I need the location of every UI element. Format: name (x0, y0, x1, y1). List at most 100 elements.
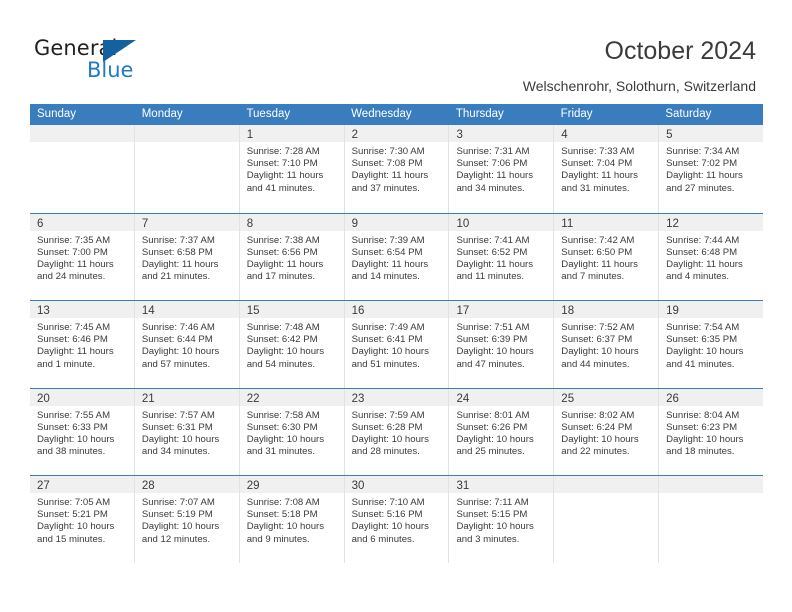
day-number-strip: 22 (239, 388, 344, 406)
weekday-header-saturday: Saturday (665, 108, 712, 120)
calendar-day-cell[interactable]: 5 Sunrise: 7:34 AM Sunset: 7:02 PM Daylight… (659, 125, 764, 213)
calendar-day-cell[interactable]: 20 Sunrise: 7:55 AM Sunset: 6:33 PM Dayligh… (30, 388, 135, 475)
calendar-day-cell[interactable]: 10 Sunrise: 7:41 AM Sunset: 6:52 PM Dayligh… (449, 213, 555, 300)
day-sun-info: Sunrise: 7:51 AM Sunset: 6:39 PM Daylight:… (449, 318, 553, 371)
sunrise-time: Sunrise: 7:10 AM (351, 497, 425, 508)
calendar-day-cell[interactable]: 23 Sunrise: 7:59 AM Sunset: 6:28 PM Dayligh… (344, 388, 450, 475)
calendar-day-cell-empty (659, 476, 764, 563)
daylight-duration-line2: and 18 minutes. (666, 446, 735, 458)
day-number: 30 (351, 480, 365, 492)
day-number-strip: 13 (30, 301, 134, 318)
day-number: 11 (561, 217, 574, 230)
calendar-day-cell[interactable]: 9 Sunrise: 7:39 AM Sunset: 6:54 PM Daylight… (344, 213, 450, 300)
weekday-header-friday: Friday (560, 108, 593, 120)
sunrise-time: Sunrise: 7:34 AM (666, 146, 740, 157)
day-number-strip (30, 125, 134, 142)
calendar-day-cell[interactable]: 2 Sunrise: 7:30 AM Sunset: 7:08 PM Daylight… (344, 125, 450, 213)
daylight-duration-line1: Daylight: 10 hours (351, 521, 429, 533)
calendar-grid: Sunday Monday Tuesday Wednesday Thursday… (30, 104, 764, 563)
day-sun-info: Sunrise: 7:07 AM Sunset: 5:19 PM Daylight:… (135, 493, 239, 546)
sunset-time: Sunset: 6:26 PM (456, 421, 528, 433)
sunrise-time: Sunrise: 7:05 AM (37, 497, 111, 508)
day-number-strip: 12 (659, 213, 764, 231)
daylight-duration-line1: Daylight: 10 hours (141, 521, 220, 533)
day-sun-info: Sunrise: 8:02 AM Sunset: 6:24 PM Daylight:… (554, 406, 658, 459)
calendar-day-cell[interactable]: 25 Sunrise: 8:02 AM Sunset: 6:24 PM Dayligh… (554, 388, 660, 475)
calendar-day-cell[interactable]: 15 Sunrise: 7:48 AM Sunset: 6:42 PM Dayligh… (239, 301, 345, 388)
calendar-day-cell[interactable]: 7 Sunrise: 7:37 AM Sunset: 6:58 PM Daylight… (134, 213, 240, 300)
calendar-day-cell[interactable]: 11 Sunrise: 7:42 AM Sunset: 6:50 PM Dayligh… (554, 213, 660, 300)
calendar-day-cell[interactable]: 28 Sunrise: 7:07 AM Sunset: 5:19 PM Dayligh… (134, 476, 240, 563)
day-number: 20 (37, 392, 50, 405)
day-number-strip (554, 476, 659, 493)
calendar-day-cell[interactable]: 16 Sunrise: 7:49 AM Sunset: 6:41 PM Dayligh… (344, 301, 450, 388)
sunrise-time: Sunrise: 7:55 AM (37, 409, 111, 421)
calendar-day-cell[interactable]: 8 Sunrise: 7:38 AM Sunset: 6:56 PM Daylight… (239, 213, 345, 300)
day-number-strip: 1 (239, 125, 344, 142)
calendar-day-cell[interactable]: 27 Sunrise: 7:05 AM Sunset: 5:21 PM Dayligh… (30, 476, 135, 563)
day-number-strip: 21 (134, 388, 239, 406)
calendar-day-cell[interactable]: 29 Sunrise: 7:08 AM Sunset: 5:18 PM Dayligh… (239, 476, 345, 563)
daylight-duration-line1: Daylight: 10 hours (666, 346, 744, 358)
daylight-duration-line2: and 7 minutes. (561, 271, 625, 283)
weekday-header-wednesday: Wednesday (351, 108, 412, 120)
calendar-day-cell[interactable]: 3 Sunrise: 7:31 AM Sunset: 7:06 PM Daylight… (449, 125, 555, 213)
calendar-day-cell[interactable]: 13 Sunrise: 7:45 AM Sunset: 6:46 PM Dayligh… (30, 301, 135, 388)
daylight-duration-line2: and 3 minutes. (456, 533, 520, 545)
calendar-week-row: 27 Sunrise: 7:05 AM Sunset: 5:21 PM Dayligh… (30, 475, 764, 563)
day-number: 4 (561, 129, 568, 141)
calendar-day-cell[interactable]: 31 Sunrise: 7:11 AM Sunset: 5:15 PM Dayligh… (449, 476, 555, 563)
calendar-day-cell[interactable]: 12 Sunrise: 7:44 AM Sunset: 6:48 PM Dayligh… (659, 213, 764, 301)
calendar-day-cell[interactable]: 22 Sunrise: 7:58 AM Sunset: 6:30 PM Dayligh… (239, 388, 345, 475)
day-sun-info: Sunrise: 7:42 AM Sunset: 6:50 PM Daylight:… (554, 231, 658, 284)
sunset-time: Sunset: 6:28 PM (351, 421, 423, 433)
sunrise-time: Sunrise: 7:58 AM (246, 409, 320, 421)
calendar-week-row: 13 Sunrise: 7:45 AM Sunset: 6:46 PM Dayligh… (30, 300, 764, 388)
day-sun-info: Sunrise: 7:45 AM Sunset: 6:46 PM Daylight:… (30, 318, 134, 371)
sunset-time: Sunset: 7:02 PM (666, 158, 738, 170)
calendar-day-cell[interactable]: 21 Sunrise: 7:57 AM Sunset: 6:31 PM Dayligh… (134, 388, 240, 475)
calendar-day-cell[interactable]: 1 Sunrise: 7:28 AM Sunset: 7:10 PM Daylight… (239, 125, 345, 213)
sunset-time: Sunset: 6:52 PM (456, 246, 528, 258)
sunset-time: Sunset: 7:00 PM (37, 246, 108, 258)
logo-text-blue: Blue (87, 58, 134, 82)
daylight-duration-line2: and 41 minutes. (666, 358, 735, 370)
day-number: 10 (456, 217, 470, 230)
sunrise-time: Sunrise: 7:30 AM (351, 146, 425, 157)
calendar-day-cell[interactable]: 26 Sunrise: 8:04 AM Sunset: 6:23 PM Dayligh… (659, 388, 764, 476)
calendar-day-cell[interactable]: 14 Sunrise: 7:46 AM Sunset: 6:44 PM Dayligh… (134, 301, 240, 388)
day-number-strip: 10 (449, 213, 554, 231)
sunset-time: Sunset: 7:10 PM (246, 158, 318, 170)
sunset-time: Sunset: 7:06 PM (456, 158, 528, 170)
sunrise-time: Sunrise: 7:48 AM (246, 322, 320, 333)
calendar-day-cell[interactable]: 24 Sunrise: 8:01 AM Sunset: 6:26 PM Dayligh… (449, 388, 555, 475)
calendar-week-row: 20 Sunrise: 7:55 AM Sunset: 6:33 PM Dayligh… (30, 387, 764, 476)
calendar-day-cell[interactable]: 19 Sunrise: 7:54 AM Sunset: 6:35 PM Dayligh… (659, 301, 764, 388)
day-number-strip: 6 (30, 213, 134, 231)
day-number-strip: 29 (239, 476, 344, 493)
generalblue-logo[interactable]: General Blue (34, 36, 214, 92)
daylight-duration-line1: Daylight: 10 hours (351, 346, 429, 358)
daylight-duration-line1: Daylight: 11 hours (141, 258, 219, 270)
daylight-duration-line1: Daylight: 10 hours (37, 433, 115, 445)
day-sun-info: Sunrise: 7:44 AM Sunset: 6:48 PM Daylight:… (659, 231, 763, 284)
calendar-day-cell[interactable]: 30 Sunrise: 7:10 AM Sunset: 5:16 PM Dayligh… (344, 476, 450, 563)
day-number: 28 (141, 480, 155, 492)
day-number-strip: 18 (554, 301, 659, 318)
day-number-strip: 16 (344, 301, 449, 318)
calendar-day-cell[interactable]: 4 Sunrise: 7:33 AM Sunset: 7:04 PM Daylight… (554, 125, 660, 213)
day-number: 15 (246, 305, 260, 317)
sunrise-time: Sunrise: 8:02 AM (561, 409, 635, 421)
calendar-day-cell-empty (554, 476, 660, 563)
daylight-duration-line2: and 14 minutes. (351, 271, 420, 283)
sunrise-time: Sunrise: 7:38 AM (246, 234, 320, 246)
sunrise-time: Sunrise: 7:11 AM (456, 497, 529, 508)
day-sun-info: Sunrise: 7:58 AM Sunset: 6:30 PM Daylight:… (240, 406, 344, 459)
daylight-duration-line2: and 51 minutes. (351, 358, 420, 370)
daylight-duration-line2: and 24 minutes. (37, 271, 106, 283)
calendar-day-cell[interactable]: 18 Sunrise: 7:52 AM Sunset: 6:37 PM Dayligh… (554, 301, 660, 388)
calendar-day-cell[interactable]: 17 Sunrise: 7:51 AM Sunset: 6:39 PM Dayligh… (449, 301, 555, 388)
daylight-duration-line1: Daylight: 11 hours (246, 170, 324, 182)
calendar-day-cell[interactable]: 6 Sunrise: 7:35 AM Sunset: 7:00 PM Daylight… (30, 213, 135, 300)
daylight-duration-line1: Daylight: 11 hours (37, 346, 114, 358)
